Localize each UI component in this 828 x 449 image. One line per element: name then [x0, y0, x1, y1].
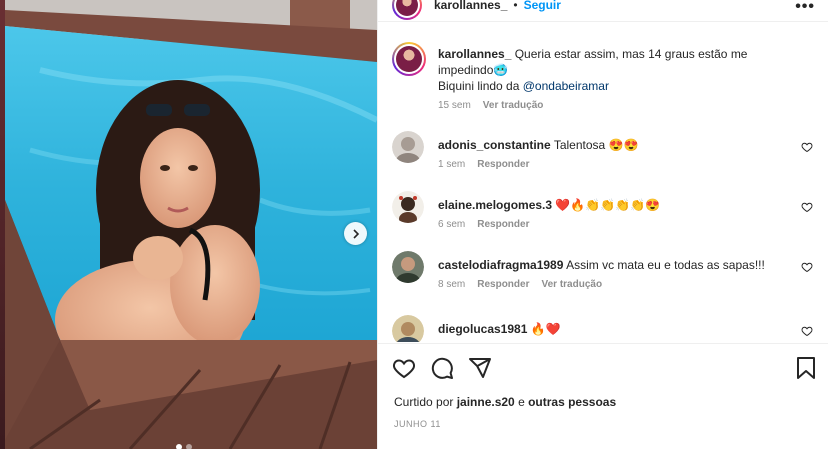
like-comment-heart-icon[interactable] [801, 325, 813, 337]
next-photo-button[interactable] [344, 222, 367, 245]
carousel-dot [186, 444, 192, 449]
comment-text: 🔥❤️ [530, 322, 561, 336]
comment-username[interactable]: elaine.melogomes.3 [438, 198, 552, 212]
liked-others-link[interactable]: outras pessoas [528, 395, 616, 409]
liked-user-link[interactable]: jainne.s20 [457, 395, 515, 409]
like-comment-heart-icon[interactable] [801, 261, 813, 273]
caption-avatar[interactable] [392, 42, 426, 76]
author-username[interactable]: karollannes_ [434, 0, 507, 12]
reply-button[interactable]: Responder [477, 159, 529, 170]
like-comment-heart-icon[interactable] [801, 141, 813, 153]
caption-username[interactable]: karollannes_ [438, 47, 511, 61]
comment-time[interactable]: 1 sem [438, 159, 465, 170]
liked-middle: e [514, 395, 529, 409]
commenter-avatar[interactable] [392, 191, 424, 223]
comment-text: ❤️🔥👏👏👏👏😍 [555, 198, 660, 212]
like-comment-heart-icon[interactable] [801, 201, 813, 213]
post-photo [0, 0, 377, 449]
comment-item: diegolucas1981 🔥❤️ [392, 315, 817, 342]
post-sidebar: karollannes_ • Seguir ••• karollannes_ Q… [377, 0, 828, 449]
comment-time[interactable]: 8 sem [438, 279, 465, 290]
translate-button[interactable]: Ver tradução [541, 279, 602, 290]
caption-time[interactable]: 15 sem [438, 98, 471, 114]
more-options-icon[interactable]: ••• [795, 0, 815, 16]
commenter-avatar[interactable] [392, 131, 424, 163]
separator-dot: • [513, 0, 518, 12]
commenter-avatar[interactable] [392, 315, 424, 342]
share-icon[interactable] [468, 356, 492, 380]
commenter-avatar[interactable] [392, 251, 424, 283]
heart-icon[interactable] [392, 356, 416, 380]
carousel-dot-active [176, 444, 182, 449]
reply-button[interactable]: Responder [477, 219, 529, 230]
comment-username[interactable]: adonis_constantine [438, 138, 551, 152]
post-media[interactable] [0, 0, 377, 449]
chevron-right-icon [352, 228, 359, 239]
comment-icon[interactable] [430, 356, 454, 380]
comment-text: Talentosa 😍😍 [553, 138, 639, 152]
caption-mention-link[interactable]: @ondabeiramar [523, 79, 609, 93]
reply-button[interactable]: Responder [477, 279, 529, 290]
comment-username[interactable]: castelodiafragma1989 [438, 258, 563, 272]
bookmark-icon[interactable] [795, 356, 817, 380]
post-actions: Curtido por jainne.s20 e outras pessoas … [378, 343, 828, 449]
comment-username[interactable]: diegolucas1981 [438, 322, 527, 336]
liked-prefix: Curtido por [394, 395, 457, 409]
carousel-indicator [176, 444, 192, 449]
media-edge [0, 0, 5, 449]
author-avatar[interactable] [392, 0, 422, 20]
comment-time[interactable]: 6 sem [438, 219, 465, 230]
post-header: karollannes_ • Seguir ••• [378, 0, 828, 22]
liked-by-text: Curtido por jainne.s20 e outras pessoas [394, 395, 616, 409]
comment-text: Assim vc mata eu e todas as sapas!!! [566, 258, 765, 272]
caption-translate-button[interactable]: Ver tradução [483, 98, 544, 114]
comment-item: castelodiafragma1989 Assim vc mata eu e … [392, 251, 817, 303]
comments-list[interactable]: karollannes_ Queria estar assim, mas 14 … [378, 34, 828, 342]
comment-item: elaine.melogomes.3 ❤️🔥👏👏👏👏😍 6 sem Respon… [392, 191, 817, 243]
comment-item: adonis_constantine Talentosa 😍😍 1 sem Re… [392, 131, 817, 183]
follow-button[interactable]: Seguir [524, 0, 561, 12]
caption-credit: Biquini lindo da [438, 79, 523, 93]
post-date[interactable]: JUNHO 11 [394, 419, 441, 429]
